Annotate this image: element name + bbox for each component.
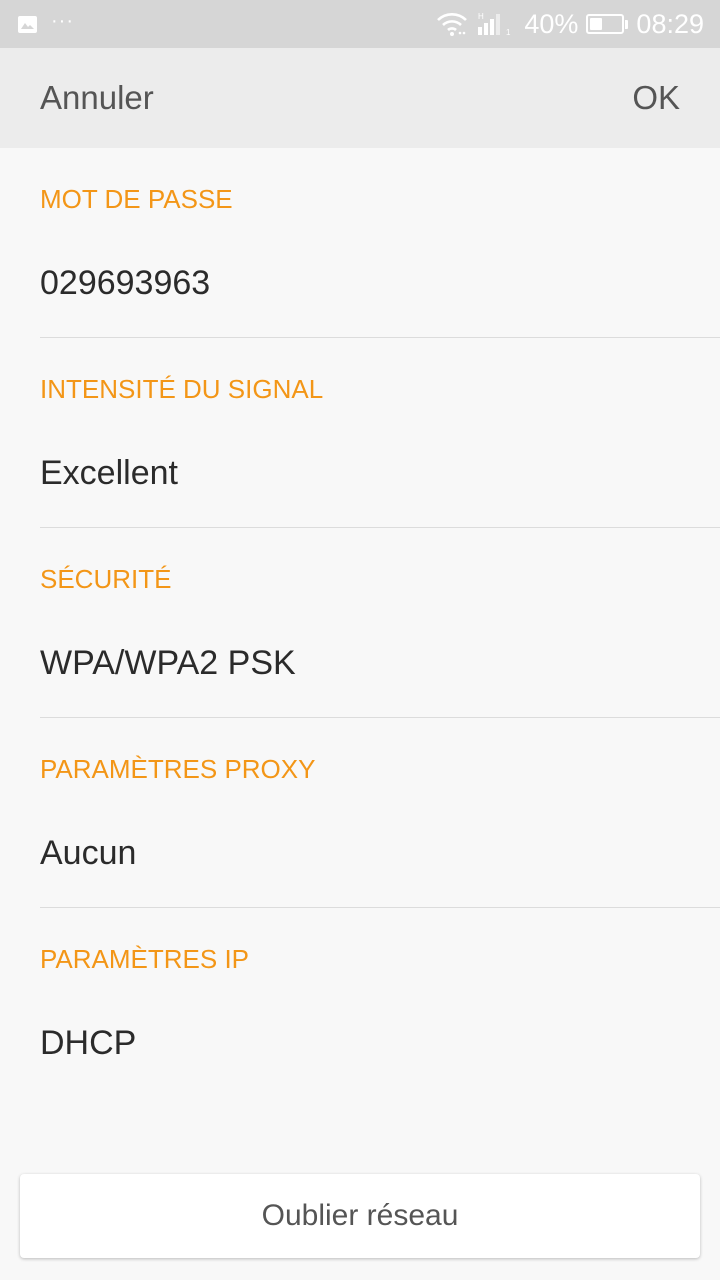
status-bar-left: ··· [0,10,74,33]
ok-button[interactable]: OK [632,79,680,117]
signal-strength-label: INTENSITÉ DU SIGNAL [40,374,324,404]
proxy-settings-value[interactable]: Aucun [40,834,136,873]
signal-strength-value: Excellent [40,454,178,492]
battery-icon [586,14,629,34]
security-value: WPA/WPA2 PSK [40,644,296,682]
password-label: MOT DE PASSE [40,184,233,214]
security-label: SÉCURITÉ [40,564,172,594]
image-icon [18,15,37,33]
password-section: MOT DE PASSE 029693963 [40,148,720,338]
forget-network-button[interactable]: Oublier réseau [20,1174,700,1258]
battery-fill [590,18,603,30]
svg-text:H: H [478,12,484,21]
wifi-icon [437,13,468,36]
password-value: 029693963 [40,264,211,302]
battery-percent: 40% [524,8,579,39]
network-details: MOT DE PASSE 029693963 INTENSITÉ DU SIGN… [0,148,720,1098]
status-time: 08:29 [636,8,704,39]
proxy-settings-label: PARAMÈTRES PROXY [40,754,316,784]
svg-text:1: 1 [506,28,511,37]
signal-strength-section: INTENSITÉ DU SIGNAL Excellent [40,338,720,528]
cancel-button[interactable]: Annuler [40,79,154,117]
action-bar: Annuler OK [0,48,720,148]
proxy-settings-section[interactable]: PARAMÈTRES PROXY Aucun [40,718,720,908]
status-bar-right: H 1 40% 08:29 [436,9,720,40]
ip-settings-label: PARAMÈTRES IP [40,944,250,974]
signal-icon: H 1 [478,12,511,37]
status-bar: ··· H 1 40% 08:29 [0,0,720,48]
more-dots-icon: ··· [51,9,74,32]
security-section: SÉCURITÉ WPA/WPA2 PSK [40,528,720,718]
ip-settings-value[interactable]: DHCP [40,1024,136,1063]
ip-settings-section[interactable]: PARAMÈTRES IP DHCP [40,908,720,1098]
